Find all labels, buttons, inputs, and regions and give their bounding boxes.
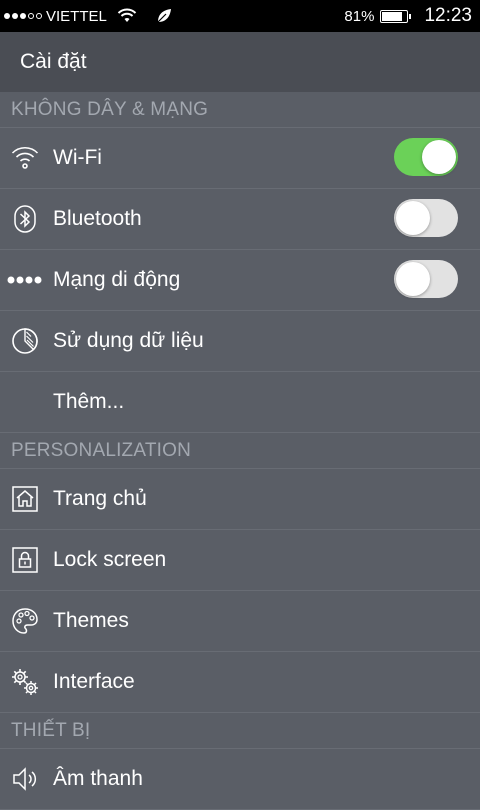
battery-percent: 81% bbox=[344, 7, 375, 25]
palette-icon bbox=[10, 606, 40, 636]
section-header-wireless: KHÔNG DÂY & MẠNG bbox=[0, 92, 480, 128]
bluetooth-toggle[interactable] bbox=[394, 199, 458, 237]
battery-icon bbox=[380, 9, 412, 23]
settings-item-more[interactable]: Thêm... bbox=[0, 372, 480, 433]
settings-item-interface[interactable]: Interface bbox=[0, 652, 480, 713]
settings-item-label: Wi-Fi bbox=[53, 146, 102, 169]
settings-item-label: Mạng di động bbox=[53, 268, 181, 291]
status-bar-left: VIETTEL bbox=[0, 7, 173, 25]
settings-list: KHÔNG DÂY & MẠNG Wi-Fi Bluetooth Mạng di… bbox=[0, 92, 480, 810]
data-usage-icon bbox=[10, 326, 40, 356]
settings-item-label: Lock screen bbox=[53, 548, 167, 571]
section-header-personalization: PERSONALIZATION bbox=[0, 433, 480, 469]
settings-item-home[interactable]: Trang chủ bbox=[0, 469, 480, 530]
page-title: Cài đặt bbox=[20, 50, 87, 73]
status-bar-right: 81% 12:23 bbox=[344, 5, 480, 27]
bluetooth-icon bbox=[10, 204, 40, 234]
speaker-icon bbox=[10, 764, 40, 794]
gears-icon bbox=[10, 667, 40, 697]
carrier-name: VIETTEL bbox=[46, 7, 107, 25]
wifi-icon bbox=[10, 143, 40, 173]
settings-item-bluetooth[interactable]: Bluetooth bbox=[0, 189, 480, 250]
section-header-device: THIẾT BỊ bbox=[0, 713, 480, 749]
wifi-toggle[interactable] bbox=[394, 138, 458, 176]
settings-item-label: Thêm... bbox=[53, 390, 125, 413]
settings-item-themes[interactable]: Themes bbox=[0, 591, 480, 652]
signal-strength-icon bbox=[4, 13, 42, 19]
settings-item-label: Interface bbox=[53, 670, 135, 693]
settings-item-sound[interactable]: Âm thanh bbox=[0, 749, 480, 810]
mobile-network-toggle[interactable] bbox=[394, 260, 458, 298]
settings-item-label: Trang chủ bbox=[53, 487, 147, 510]
home-icon bbox=[10, 484, 40, 514]
app-header: Cài đặt bbox=[0, 32, 480, 92]
wifi-status-icon bbox=[117, 8, 137, 24]
status-bar: VIETTEL 81% 12:23 bbox=[0, 0, 480, 32]
settings-item-label: Bluetooth bbox=[53, 207, 142, 230]
lock-icon bbox=[10, 545, 40, 575]
settings-item-lock-screen[interactable]: Lock screen bbox=[0, 530, 480, 591]
settings-item-label: Themes bbox=[53, 609, 129, 632]
settings-item-data-usage[interactable]: Sử dụng dữ liệu bbox=[0, 311, 480, 372]
leaf-icon bbox=[155, 7, 173, 25]
settings-item-mobile-network[interactable]: Mạng di động bbox=[0, 250, 480, 311]
clock-time: 12:23 bbox=[424, 5, 472, 26]
settings-item-wifi[interactable]: Wi-Fi bbox=[0, 128, 480, 189]
mobile-network-icon bbox=[6, 265, 44, 295]
settings-item-label: Âm thanh bbox=[53, 767, 143, 790]
settings-item-label: Sử dụng dữ liệu bbox=[53, 329, 204, 352]
